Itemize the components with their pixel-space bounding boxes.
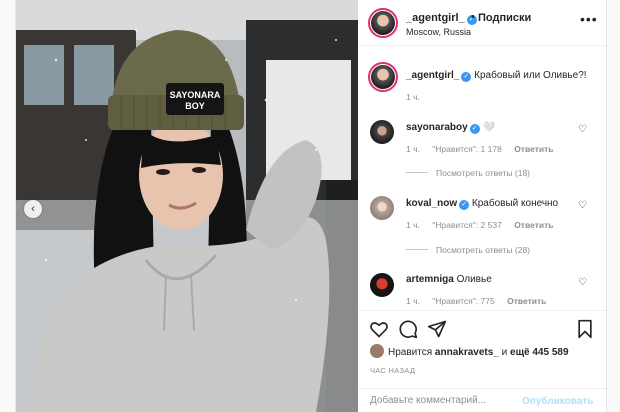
post-header: _agentgirl_ ✓ • Подписки Moscow, Russia •… — [358, 0, 606, 46]
verified-badge-icon: ✓ — [461, 72, 472, 82]
comment-meta: 1 ч. "Нравится": 775 Ответить — [406, 296, 556, 306]
view-replies-button[interactable]: Посмотреть ответы (18) — [406, 168, 530, 178]
comment-text-row: koval_now ✓ Крабовый конечно — [406, 198, 558, 210]
comment-username[interactable]: artemniga — [406, 274, 454, 285]
author-avatar[interactable] — [368, 8, 398, 38]
likes-count[interactable]: ещё 445 589 — [510, 347, 569, 358]
comment-text: Оливье — [456, 274, 492, 285]
separator-dot: • — [471, 11, 475, 23]
comment-username[interactable]: koval_now — [406, 198, 457, 209]
beanie-patch-line2: BOY — [185, 101, 205, 111]
divider-line — [406, 249, 428, 250]
comment-avatar[interactable] — [370, 273, 394, 297]
comment-time[interactable]: 1 ч. — [406, 220, 420, 230]
small-heart-icon[interactable]: ♡ — [578, 277, 587, 288]
comment-meta: 1 ч. "Нравится": 1 178 Ответить — [406, 144, 563, 154]
paper-plane-icon[interactable] — [427, 319, 447, 339]
verified-badge-icon: ✓ — [469, 124, 480, 134]
divider-line — [406, 172, 428, 173]
caption-username[interactable]: _agentgirl_ — [406, 70, 459, 81]
comment-avatar[interactable] — [370, 196, 394, 220]
comment-likes[interactable]: "Нравится": 1 178 — [432, 144, 502, 154]
view-replies-label: Посмотреть ответы (18) — [436, 168, 530, 178]
likes-joiner: и — [501, 347, 508, 358]
comment-username[interactable]: sayonaraboy — [406, 122, 468, 133]
page-backdrop-left — [0, 0, 16, 412]
reply-button[interactable]: Ответить — [514, 220, 553, 230]
carousel-prev-button[interactable]: ‹ — [24, 200, 42, 218]
author-username[interactable]: _agentgirl_ — [406, 12, 465, 24]
likes-prefix: Нравится — [388, 347, 433, 358]
beanie-patch-line1: SAYONARA — [170, 90, 221, 100]
post-actions-bar — [358, 310, 606, 346]
reply-button[interactable]: Ответить — [514, 144, 553, 154]
view-replies-button[interactable]: Посмотреть ответы (28) — [406, 245, 530, 255]
reply-button[interactable]: Ответить — [507, 296, 546, 306]
comment-text: Крабовый конечно — [471, 198, 559, 209]
liker-avatar[interactable] — [370, 344, 384, 358]
heart-outline-icon[interactable] — [369, 319, 389, 339]
comment-likes[interactable]: "Нравится": 2 537 — [432, 220, 502, 230]
caption-text: Крабовый или Оливье?! — [474, 70, 587, 81]
post-location[interactable]: Moscow, Russia — [406, 27, 471, 37]
caption-avatar[interactable] — [368, 62, 398, 92]
comment-input[interactable] — [370, 395, 520, 406]
post-photo-illustration: SAYONARA BOY — [16, 0, 358, 412]
comment-text: 🤍 — [482, 122, 495, 133]
caption-meta: 1 ч. — [406, 92, 430, 102]
view-replies-label: Посмотреть ответы (28) — [436, 245, 530, 255]
comment-time[interactable]: 1 ч. — [406, 144, 420, 154]
small-heart-icon[interactable]: ♡ — [578, 124, 587, 135]
comment-text-row: artemniga Оливье — [406, 274, 492, 285]
post-photo[interactable]: SAYONARA BOY — [16, 0, 358, 412]
small-heart-icon[interactable]: ♡ — [578, 200, 587, 211]
comment-avatar[interactable] — [370, 120, 394, 144]
comment-composer: Опубликовать — [358, 388, 606, 412]
caption-text-row: _agentgirl_ ✓ Крабовый или Оливье?! — [406, 70, 587, 82]
comment-text-row: sayonaraboy ✓ 🤍 — [406, 122, 495, 134]
publish-button[interactable]: Опубликовать — [522, 396, 593, 407]
page-backdrop-right — [606, 0, 620, 412]
chevron-left-icon: ‹ — [31, 203, 35, 215]
comment-time[interactable]: 1 ч. — [406, 296, 420, 306]
likes-summary: Нравится annakravets_ и ещё 445 589 — [370, 344, 569, 358]
comment-meta: 1 ч. "Нравится": 2 537 Ответить — [406, 220, 563, 230]
comment-likes[interactable]: "Нравится": 775 — [432, 296, 494, 306]
verified-badge-icon: ✓ — [459, 200, 470, 210]
bookmark-icon[interactable] — [575, 319, 595, 339]
caption-time[interactable]: 1 ч. — [406, 92, 420, 102]
ellipsis-icon[interactable]: ••• — [580, 12, 598, 26]
speech-bubble-icon[interactable] — [398, 319, 418, 339]
following-button[interactable]: Подписки — [478, 12, 531, 24]
post-timestamp[interactable]: ЧАС НАЗАД — [370, 366, 415, 375]
liker-username[interactable]: annakravets_ — [435, 347, 499, 358]
author-username-row[interactable]: _agentgirl_ ✓ — [406, 12, 477, 25]
post-side-panel: _agentgirl_ ✓ • Подписки Moscow, Russia •… — [358, 0, 606, 412]
